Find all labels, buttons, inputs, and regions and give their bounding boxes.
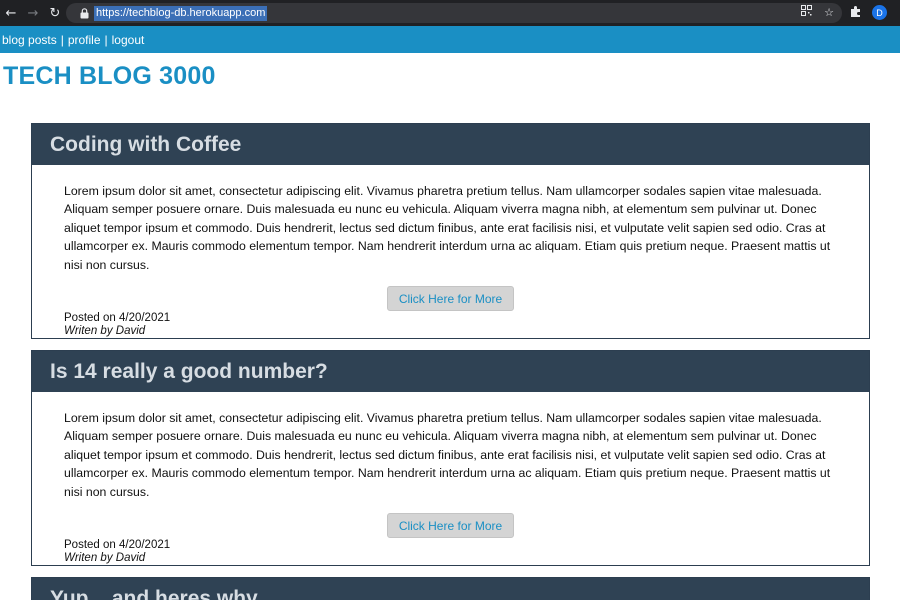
lock-icon[interactable] <box>78 7 90 19</box>
post-author: Writen by David <box>64 552 146 565</box>
qr-code-icon[interactable] <box>801 3 813 23</box>
url-text[interactable]: https://techblog-db.herokuapp.com <box>94 5 268 21</box>
reload-icon[interactable]: ↻ <box>44 0 66 26</box>
nav-link-logout[interactable]: logout <box>112 33 145 47</box>
post-button-row: Click Here for More <box>32 286 869 312</box>
post-date: Posted on 4/20/2021 <box>64 312 171 325</box>
nav-link-blog-posts[interactable]: blog posts <box>2 33 57 47</box>
back-arrow-icon[interactable]: ← <box>0 0 22 26</box>
nav-separator: | <box>60 32 64 47</box>
blog-post-card: Is 14 really a good number? Lorem ipsum … <box>31 350 870 566</box>
site-nav-bar: blog posts | profile | logout <box>0 26 900 53</box>
post-meta: Posted on 4/20/2021 Writen by David <box>32 311 869 338</box>
blog-post-card: Yup... and heres why <box>31 577 870 600</box>
post-header: Is 14 really a good number? <box>32 351 869 392</box>
post-body: Lorem ipsum dolor sit amet, consectetur … <box>64 411 831 499</box>
click-here-for-more-button[interactable]: Click Here for More <box>387 513 514 539</box>
nav-separator: | <box>104 32 108 47</box>
post-meta: Posted on 4/20/2021 Writen by David <box>32 538 869 565</box>
post-header: Yup... and heres why <box>32 578 869 600</box>
post-header: Coding with Coffee <box>32 124 869 165</box>
extensions-puzzle-icon[interactable] <box>850 5 862 21</box>
post-title[interactable]: Yup... and heres why <box>50 587 258 600</box>
click-here-for-more-button[interactable]: Click Here for More <box>387 286 514 312</box>
nav-link-profile[interactable]: profile <box>68 33 101 47</box>
post-title[interactable]: Coding with Coffee <box>50 133 241 157</box>
post-author: Writen by David <box>64 325 146 338</box>
profile-avatar[interactable]: D <box>872 5 887 20</box>
post-title[interactable]: Is 14 really a good number? <box>50 360 328 384</box>
post-button-row: Click Here for More <box>32 513 869 539</box>
blog-post-card: Coding with Coffee Lorem ipsum dolor sit… <box>31 123 870 339</box>
forward-arrow-icon[interactable]: → <box>22 0 44 26</box>
post-date: Posted on 4/20/2021 <box>64 539 171 552</box>
star-icon[interactable]: ☆ <box>824 3 834 23</box>
site-title: TECH BLOG 3000 <box>3 62 216 90</box>
browser-toolbar: ← → ↻ https://techblog-db.herokuapp.com … <box>0 0 900 26</box>
post-body: Lorem ipsum dolor sit amet, consectetur … <box>64 184 831 272</box>
address-bar[interactable]: https://techblog-db.herokuapp.com ☆ <box>66 3 842 23</box>
